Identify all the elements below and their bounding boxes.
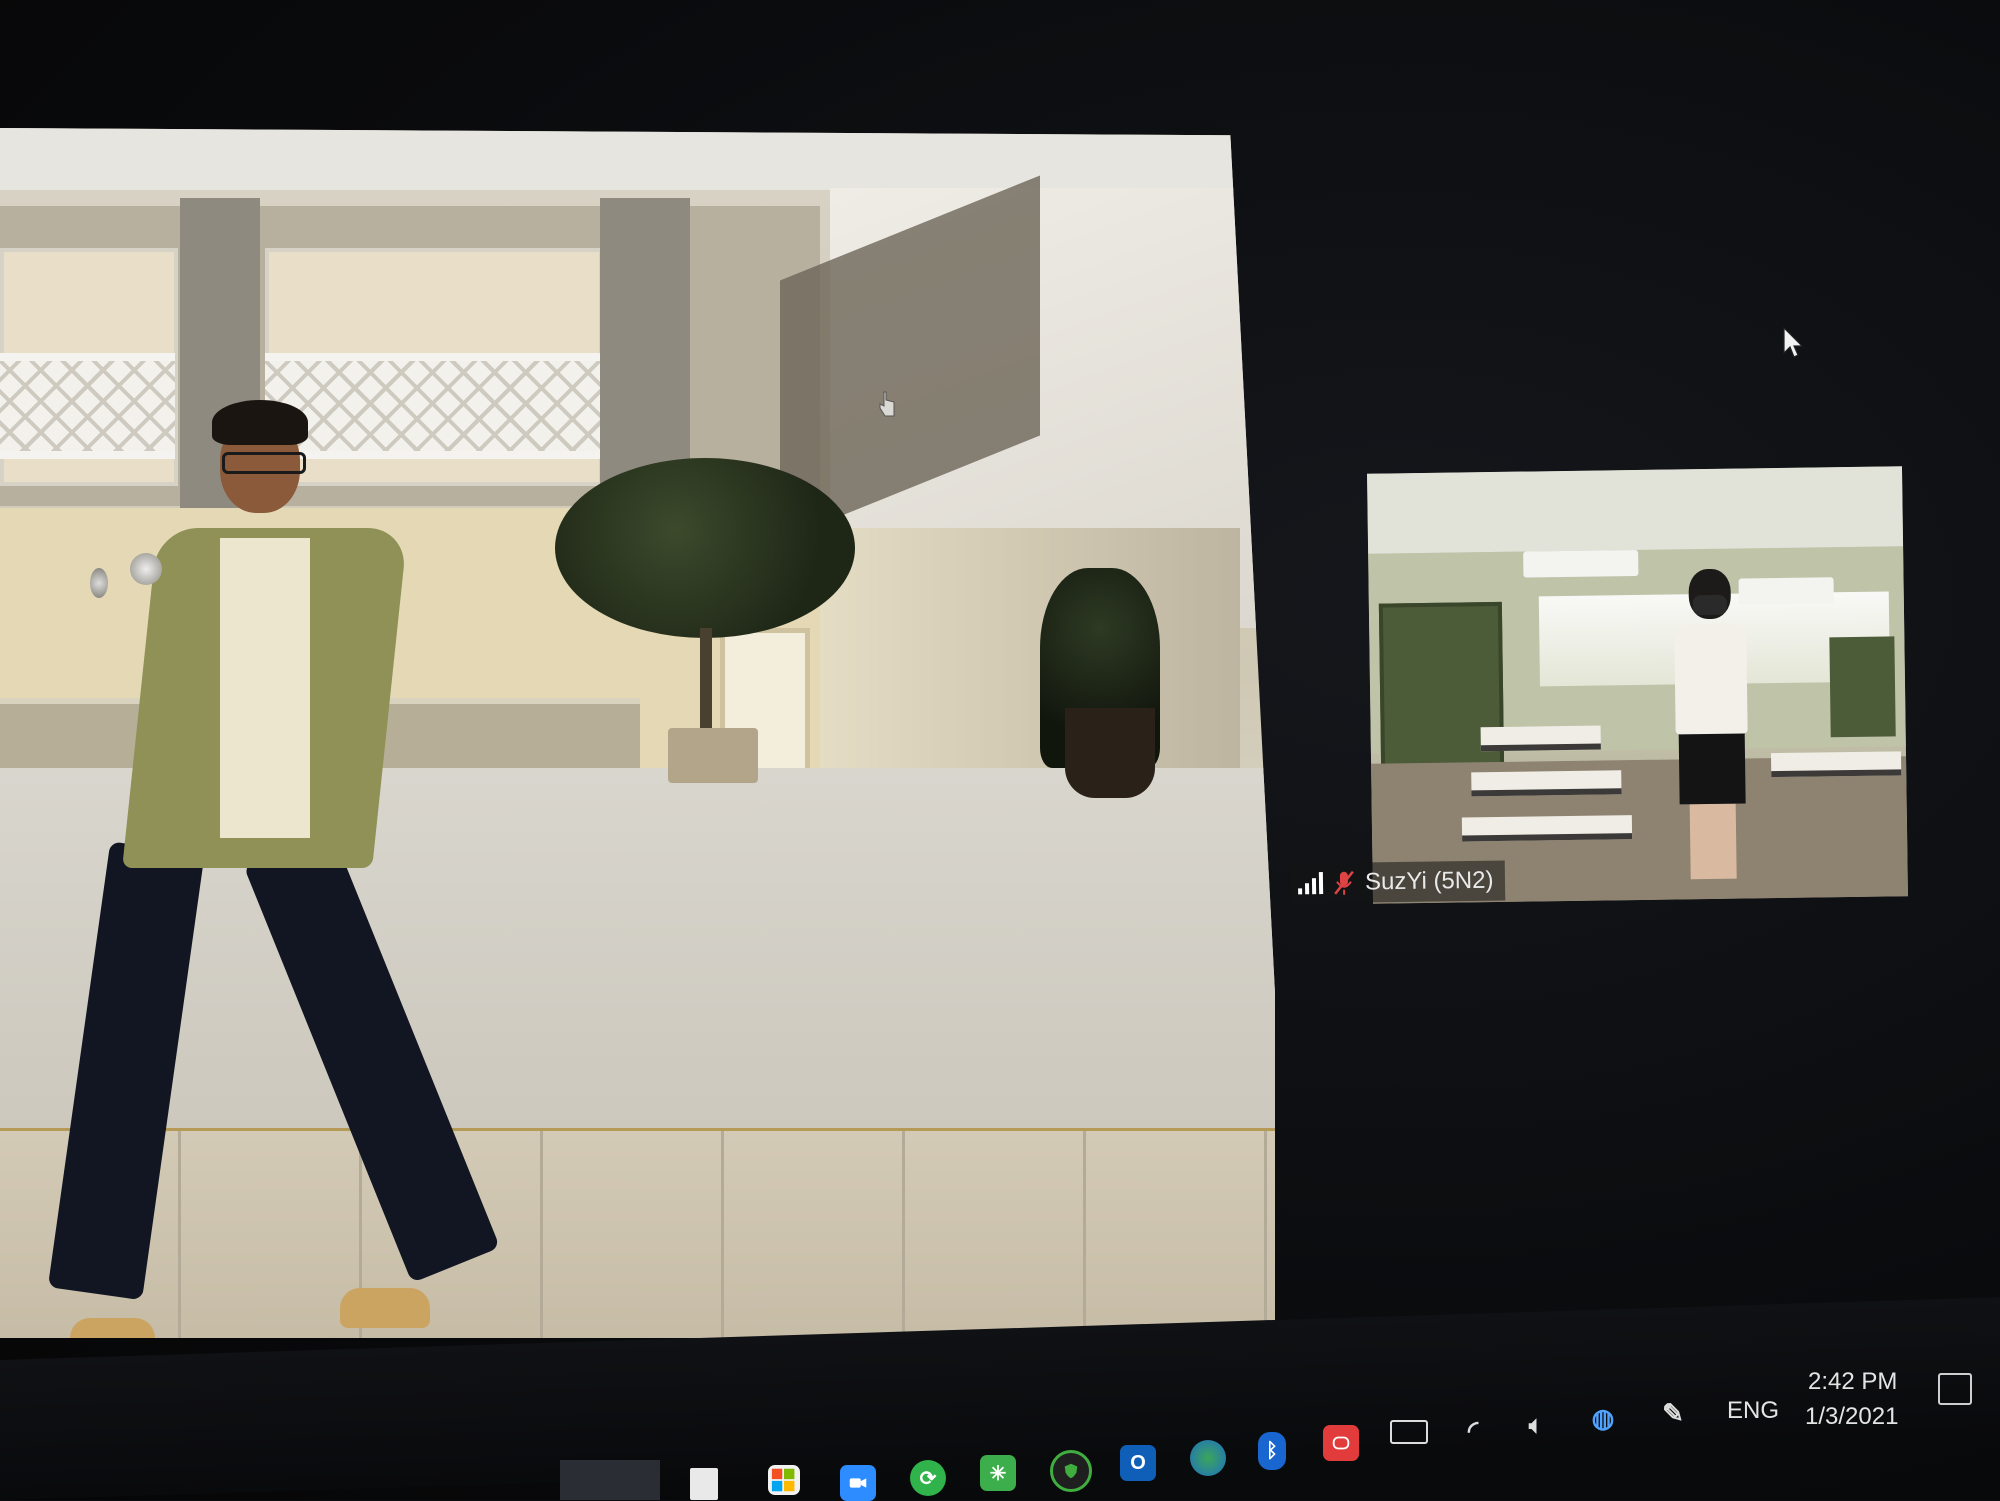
person-glasses (222, 452, 306, 474)
person-shoe (70, 1318, 155, 1338)
spoon (90, 568, 108, 598)
battery-icon[interactable] (1390, 1420, 1428, 1444)
browser-icon[interactable] (1190, 1440, 1226, 1476)
store-icon[interactable] (768, 1465, 800, 1495)
signal-strength-icon (1298, 872, 1323, 894)
onedrive-icon[interactable]: ◍ (1585, 1400, 1621, 1436)
tile-ceiling (1367, 466, 1903, 553)
person-tee (220, 538, 310, 838)
zoom-icon[interactable] (840, 1465, 876, 1501)
clock-date[interactable]: 1/3/2021 (1805, 1403, 1898, 1431)
tile-door (1829, 636, 1895, 737)
participant-name: SuzYi (5N2) (1365, 867, 1494, 897)
mic-muted-icon (1333, 870, 1355, 896)
classroom-desk (1771, 751, 1901, 777)
participant-name-label: SuzYi (5N2) (1290, 860, 1506, 903)
person-hair (212, 400, 308, 445)
participant-skirt (1679, 729, 1746, 805)
video-ceiling (0, 128, 1275, 190)
classroom-desk (1481, 726, 1601, 752)
participant-person (1658, 568, 1762, 879)
notification-center-icon[interactable] (1938, 1373, 1972, 1405)
outlook-icon[interactable]: O (1120, 1445, 1156, 1481)
classroom-desk (1462, 815, 1632, 841)
clock-time[interactable]: 2:42 PM (1808, 1368, 1897, 1396)
mouse-pointer-icon (1783, 327, 1805, 359)
main-speaker-video[interactable] (0, 128, 1275, 1338)
wifi-icon[interactable]: ◜ (1455, 1412, 1491, 1448)
air-conditioner (1523, 550, 1638, 578)
monitor-screen: SuzYi (5N2) ⟳ ✳ O ᛒ ◜ 🔈︎ ◍ ✎ ENG 2:42 PM… (0, 0, 2000, 1500)
volume-icon[interactable]: 🔈︎ (1518, 1408, 1554, 1444)
recording-icon[interactable] (1323, 1425, 1359, 1461)
participant-video-tile[interactable] (1367, 466, 1908, 903)
pen-icon[interactable]: ✎ (1655, 1395, 1691, 1431)
file-icon[interactable] (690, 1468, 718, 1500)
participant-body (1674, 623, 1748, 734)
video-tree (555, 458, 855, 638)
defender-icon[interactable] (1050, 1450, 1092, 1492)
input-language[interactable]: ENG (1727, 1397, 1779, 1425)
sync-icon[interactable]: ⟳ (910, 1460, 946, 1496)
bluetooth-icon[interactable]: ᛒ (1258, 1432, 1286, 1470)
person-leg (48, 841, 205, 1300)
hand-cursor-icon (878, 390, 896, 418)
video-pot (1065, 708, 1155, 798)
video-planter (668, 728, 758, 783)
participant-mask (1693, 595, 1727, 615)
snip-icon[interactable]: ✳ (980, 1455, 1016, 1491)
person-shoe (340, 1288, 430, 1328)
ladle (130, 553, 162, 585)
participant-legs (1690, 804, 1737, 880)
taskbar-active-indicator (560, 1460, 660, 1500)
classroom-desk (1471, 770, 1621, 796)
speaker-person (70, 388, 450, 1338)
